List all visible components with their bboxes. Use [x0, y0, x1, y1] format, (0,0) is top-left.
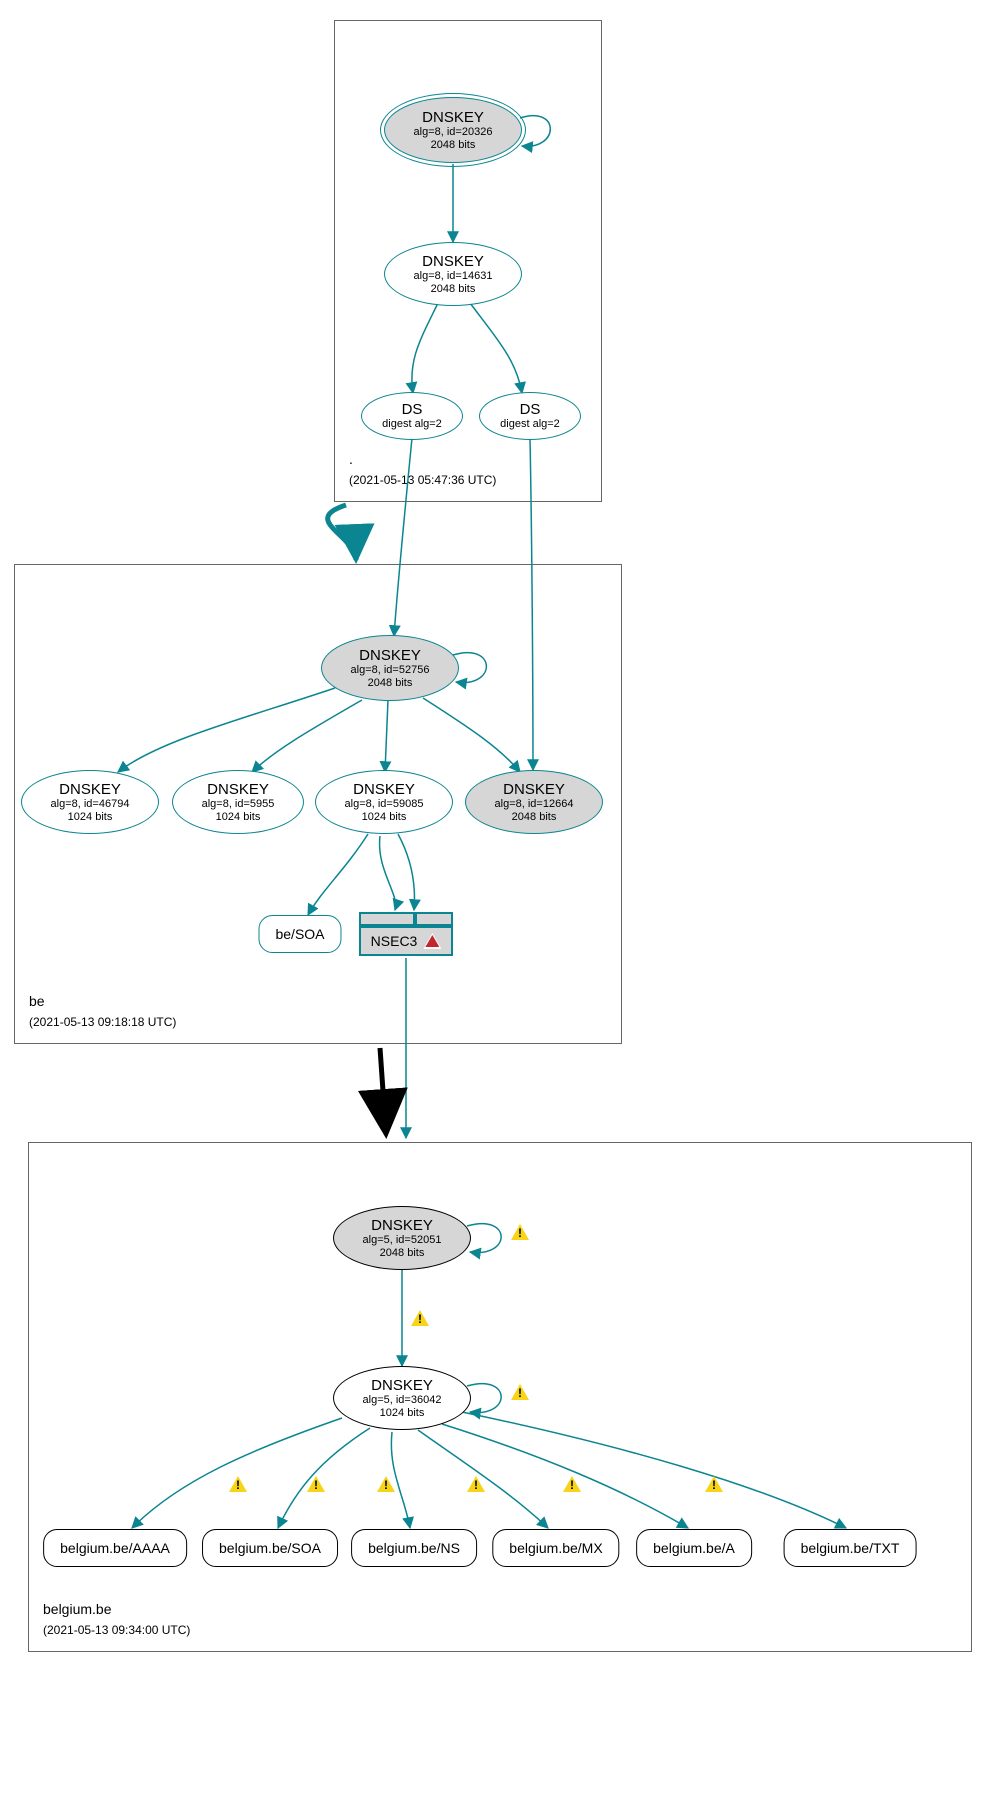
zone-root-timestamp: (2021-05-13 05:47:36 UTC)	[349, 473, 496, 487]
node-sub1: alg=8, id=20326	[414, 126, 493, 139]
rrset-label: belgium.be/A	[636, 1529, 752, 1567]
zone-root-label: .	[349, 451, 353, 467]
dnskey-be-zsk3: DNSKEY alg=8, id=59085 1024 bits	[315, 770, 453, 834]
warning-icon: !	[307, 1476, 325, 1492]
node-title: DNSKEY	[422, 109, 484, 126]
node-title: DNSKEY	[207, 781, 269, 798]
zone-belgium: belgium.be (2021-05-13 09:34:00 UTC)	[28, 1142, 972, 1652]
zone-be-timestamp: (2021-05-13 09:18:18 UTC)	[29, 1015, 176, 1029]
node-sub1: alg=8, id=46794	[51, 798, 130, 811]
node-sub1: alg=8, id=52756	[351, 664, 430, 677]
dnskey-belgium-zsk: DNSKEY alg=5, id=36042 1024 bits	[333, 1366, 471, 1430]
node-title: DS	[402, 401, 423, 418]
dnskey-be-zsk1: DNSKEY alg=8, id=46794 1024 bits	[21, 770, 159, 834]
warning-icon: !	[229, 1476, 247, 1492]
ds-left: DS digest alg=2	[361, 392, 463, 440]
node-sub2: 1024 bits	[362, 811, 407, 824]
dnskey-root-zsk: DNSKEY alg=8, id=14631 2048 bits	[384, 242, 522, 306]
node-sub1: digest alg=2	[500, 418, 560, 431]
node-sub1: digest alg=2	[382, 418, 442, 431]
warning-icon: !	[705, 1476, 723, 1492]
dnskey-be-ksk2: DNSKEY alg=8, id=12664 2048 bits	[465, 770, 603, 834]
zone-belgium-timestamp: (2021-05-13 09:34:00 UTC)	[43, 1623, 190, 1637]
node-sub2: 2048 bits	[368, 677, 413, 690]
warning-icon: !	[377, 1476, 395, 1492]
rr-ns: belgium.be/NS	[351, 1529, 477, 1567]
node-sub1: alg=5, id=36042	[363, 1394, 442, 1407]
node-title: DNSKEY	[371, 1377, 433, 1394]
node-sub2: 2048 bits	[431, 283, 476, 296]
node-sub1: alg=5, id=52051	[363, 1234, 442, 1247]
warning-icon: !	[563, 1476, 581, 1492]
dnskey-be-ksk: DNSKEY alg=8, id=52756 2048 bits	[321, 635, 459, 701]
rr-aaaa: belgium.be/AAAA	[43, 1529, 187, 1567]
rrset-label: be/SOA	[258, 915, 341, 953]
node-sub2: 2048 bits	[512, 811, 557, 824]
node-title: DNSKEY	[503, 781, 565, 798]
node-title: DNSKEY	[359, 647, 421, 664]
rr-a: belgium.be/A	[636, 1529, 752, 1567]
zone-be-label: be	[29, 993, 45, 1009]
rrset-label: belgium.be/NS	[351, 1529, 477, 1567]
nsec3: NSEC3 !	[359, 912, 453, 956]
node-sub1: alg=8, id=14631	[414, 270, 493, 283]
dnskey-root-ksk: DNSKEY alg=8, id=20326 2048 bits	[384, 97, 522, 163]
error-icon: !	[423, 933, 441, 949]
rr-mx: belgium.be/MX	[492, 1529, 619, 1567]
zone-belgium-label: belgium.be	[43, 1601, 112, 1617]
node-sub2: 2048 bits	[431, 139, 476, 152]
node-title: DNSKEY	[59, 781, 121, 798]
dnskey-be-zsk2: DNSKEY alg=8, id=5955 1024 bits	[172, 770, 304, 834]
rrset-label: belgium.be/AAAA	[43, 1529, 187, 1567]
dnskey-belgium-ksk: DNSKEY alg=5, id=52051 2048 bits	[333, 1206, 471, 1270]
node-sub2: 1024 bits	[216, 811, 261, 824]
dnssec-graph: . (2021-05-13 05:47:36 UTC) be (2021-05-…	[0, 0, 984, 1802]
warning-icon: !	[511, 1224, 529, 1240]
node-sub1: alg=8, id=12664	[495, 798, 574, 811]
nsec3-label: NSEC3	[371, 933, 418, 949]
warning-icon: !	[467, 1476, 485, 1492]
rrset-label: belgium.be/MX	[492, 1529, 619, 1567]
node-sub2: 1024 bits	[68, 811, 113, 824]
node-sub1: alg=8, id=5955	[202, 798, 275, 811]
warning-icon: !	[411, 1310, 429, 1326]
ds-right: DS digest alg=2	[479, 392, 581, 440]
node-title: DNSKEY	[371, 1217, 433, 1234]
rrset-label: belgium.be/SOA	[202, 1529, 338, 1567]
rrset-label: belgium.be/TXT	[784, 1529, 917, 1567]
node-sub2: 2048 bits	[380, 1247, 425, 1260]
warning-icon: !	[511, 1384, 529, 1400]
node-sub1: alg=8, id=59085	[345, 798, 424, 811]
node-sub2: 1024 bits	[380, 1407, 425, 1420]
rr-soa: belgium.be/SOA	[202, 1529, 338, 1567]
be-soa: be/SOA	[258, 915, 341, 953]
node-title: DNSKEY	[353, 781, 415, 798]
rr-txt: belgium.be/TXT	[784, 1529, 917, 1567]
node-title: DS	[520, 401, 541, 418]
node-title: DNSKEY	[422, 253, 484, 270]
